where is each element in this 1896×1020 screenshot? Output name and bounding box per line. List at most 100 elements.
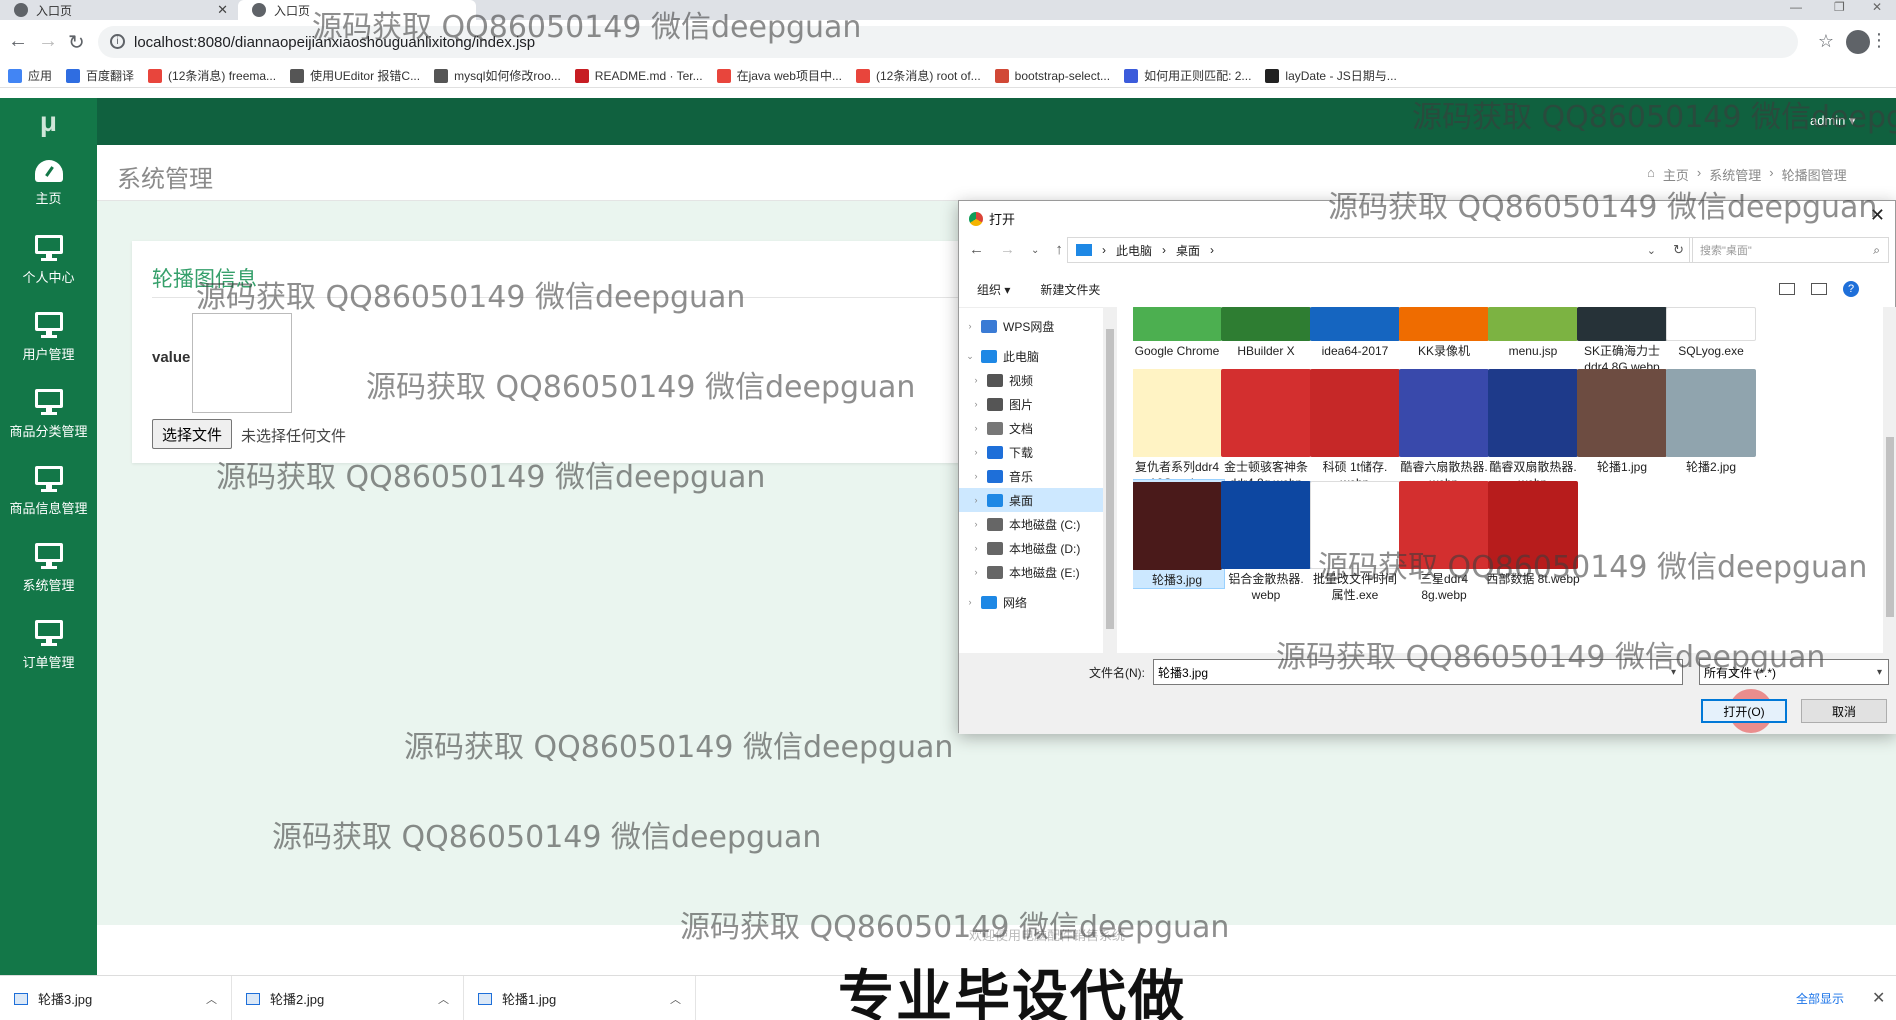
tree-item[interactable]: › 本地磁盘 (D:) [959,536,1103,560]
new-folder-button[interactable]: 新建文件夹 [1040,281,1100,298]
choose-file-button[interactable]: 选择文件 [152,419,232,449]
account-icon[interactable] [1846,30,1870,54]
help-icon[interactable]: ? [1843,281,1859,297]
tree-item[interactable]: ⌄ 此电脑 [959,344,1103,368]
chevron-right-icon[interactable]: › [971,519,981,529]
restore-icon[interactable]: ❐ [1834,0,1845,14]
preview-pane-icon[interactable] [1811,283,1827,295]
file-item[interactable]: 科硕 1t储存. webp [1307,367,1403,491]
sidebar-item[interactable]: 个人中心 [0,222,97,299]
chevron-down-icon[interactable]: ⌄ [965,351,975,362]
recent-dropdown-icon[interactable]: ⌄ [1031,245,1039,258]
file-item[interactable]: menu.jsp [1485,307,1581,359]
bookmark-item[interactable]: 如何用正则匹配: 2... [1124,67,1251,84]
tree-item-label: 本地磁盘 (C:) [1009,517,1081,532]
chevron-right-icon[interactable]: › [971,399,981,409]
chevron-right-icon[interactable]: › [971,495,981,505]
file-item[interactable]: 轮播3.jpg [1133,479,1225,589]
bookmark-item[interactable]: (12条消息) freema... [148,67,276,84]
chevron-right-icon[interactable]: › [971,423,981,433]
bookmark-item[interactable]: 使用UEditor 报错C... [290,67,420,84]
file-item[interactable]: 金士顿骇客神条 ddr4 8g.webp [1218,367,1314,491]
chevron-up-icon[interactable]: ︿ [670,991,681,1007]
path-segment[interactable]: 桌面 [1176,242,1200,259]
tree-item[interactable]: › 桌面 [959,488,1103,512]
file-item[interactable]: HBuilder X [1218,307,1314,359]
download-item[interactable]: 轮播2.jpg ︿ [232,976,464,1020]
file-item[interactable]: 铝合金散热器. webp [1218,479,1314,603]
chevron-right-icon[interactable]: › [971,471,981,481]
bookmark-item[interactable]: mysql如何修改roo... [434,67,561,84]
minimize-icon[interactable]: — [1790,0,1802,14]
sidebar-item[interactable]: 订单管理 [0,607,97,684]
tree-scrollbar[interactable] [1103,307,1117,653]
file-item[interactable]: SQLyog.exe [1663,307,1759,359]
file-item[interactable]: 复仇者系列ddr4 16G.webp [1133,367,1225,491]
tree-item[interactable]: › 下载 [959,440,1103,464]
download-item[interactable]: 轮播1.jpg ︿ [464,976,696,1020]
file-scrollbar[interactable] [1883,307,1896,653]
close-icon[interactable]: ✕ [217,2,228,18]
chevron-right-icon[interactable]: › [971,567,981,577]
back-icon[interactable]: ← [8,30,28,53]
refresh-icon[interactable]: ↻ [1673,242,1684,258]
tree-item[interactable]: › 本地磁盘 (E:) [959,560,1103,584]
tree-item[interactable]: › 网络 [959,590,1103,614]
chevron-right-icon[interactable]: › [971,375,981,385]
sidebar-item[interactable]: 主页 [0,145,97,222]
bookmark-item[interactable]: layDate - JS日期与... [1265,67,1397,84]
sidebar-item[interactable]: 商品分类管理 [0,376,97,453]
file-item[interactable]: 酷睿双扇散热器. webp [1485,367,1581,491]
view-mode-icon[interactable] [1779,283,1795,295]
tree-item[interactable]: › 本地磁盘 (C:) [959,512,1103,536]
chevron-down-icon[interactable]: ⌄ [1647,244,1656,257]
back-icon[interactable]: ← [969,241,984,258]
bookmark-item[interactable]: bootstrap-select... [994,68,1110,83]
sidebar-item[interactable]: 用户管理 [0,299,97,376]
organize-button[interactable]: 组织 ▾ [977,281,1010,298]
download-item[interactable]: 轮播3.jpg ︿ [0,976,232,1020]
bookmark-star-icon[interactable]: ☆ [1818,31,1834,52]
file-item[interactable]: 酷睿六扇散热器. webp [1396,367,1492,491]
close-icon[interactable]: ✕ [1872,988,1885,1008]
show-all-downloads[interactable]: 全部显示 [1796,990,1844,1007]
chevron-right-icon[interactable]: › [965,597,975,607]
tree-item[interactable]: › 文档 [959,416,1103,440]
bookmark-item[interactable]: 在java web项目中... [716,67,842,84]
info-icon[interactable]: i [110,34,125,49]
dialog-search-input[interactable]: 搜索"桌面" ⌕ [1689,237,1889,263]
file-item[interactable]: Google Chrome [1133,307,1225,359]
sidebar-item[interactable]: 商品信息管理 [0,453,97,530]
reload-icon[interactable]: ↻ [68,30,85,55]
path-segment[interactable]: 此电脑 [1116,242,1152,259]
browser-tab[interactable]: 入口页 ✕ [0,0,238,20]
bookmark-item[interactable]: 百度翻译 [66,67,134,84]
chevron-right-icon[interactable]: › [971,543,981,553]
bookmark-item[interactable]: 应用 [8,67,52,84]
dialog-path-bar[interactable]: › 此电脑 › 桌面 › ⌄ ↻ [1067,237,1693,263]
file-item[interactable]: SK正确海力士 ddr4 8G.webp [1574,307,1670,375]
cancel-button[interactable]: 取消 [1801,699,1887,723]
tree-item[interactable]: › 音乐 [959,464,1103,488]
chevron-right-icon[interactable]: › [971,447,981,457]
file-item[interactable]: 轮播1.jpg [1574,367,1670,475]
up-icon[interactable]: ↑ [1055,241,1063,258]
chevron-up-icon[interactable]: ︿ [438,991,449,1007]
menu-kebab-icon[interactable]: ⋮ [1870,30,1888,51]
file-item[interactable]: KK录像机 [1396,307,1492,359]
close-window-icon[interactable]: ✕ [1872,0,1882,14]
bookmark-item[interactable]: README.md · Ter... [574,68,703,83]
file-item[interactable]: idea64-2017 [1307,307,1403,359]
chevron-up-icon[interactable]: ︿ [206,991,217,1007]
sidebar-item[interactable]: 系统管理 [0,530,97,607]
forward-icon[interactable]: → [38,30,58,53]
tree-item[interactable]: › 视频 [959,368,1103,392]
open-button[interactable]: 打开(O) [1701,699,1787,723]
forward-icon[interactable]: → [1000,241,1015,258]
file-item[interactable]: 轮播2.jpg [1663,367,1759,475]
tree-item[interactable]: › WPS网盘 [959,314,1103,338]
bookmark-item[interactable]: (12条消息) root of... [855,67,981,84]
chevron-right-icon[interactable]: › [965,321,975,331]
tree-item[interactable]: › 图片 [959,392,1103,416]
image-file-icon [14,992,28,1005]
